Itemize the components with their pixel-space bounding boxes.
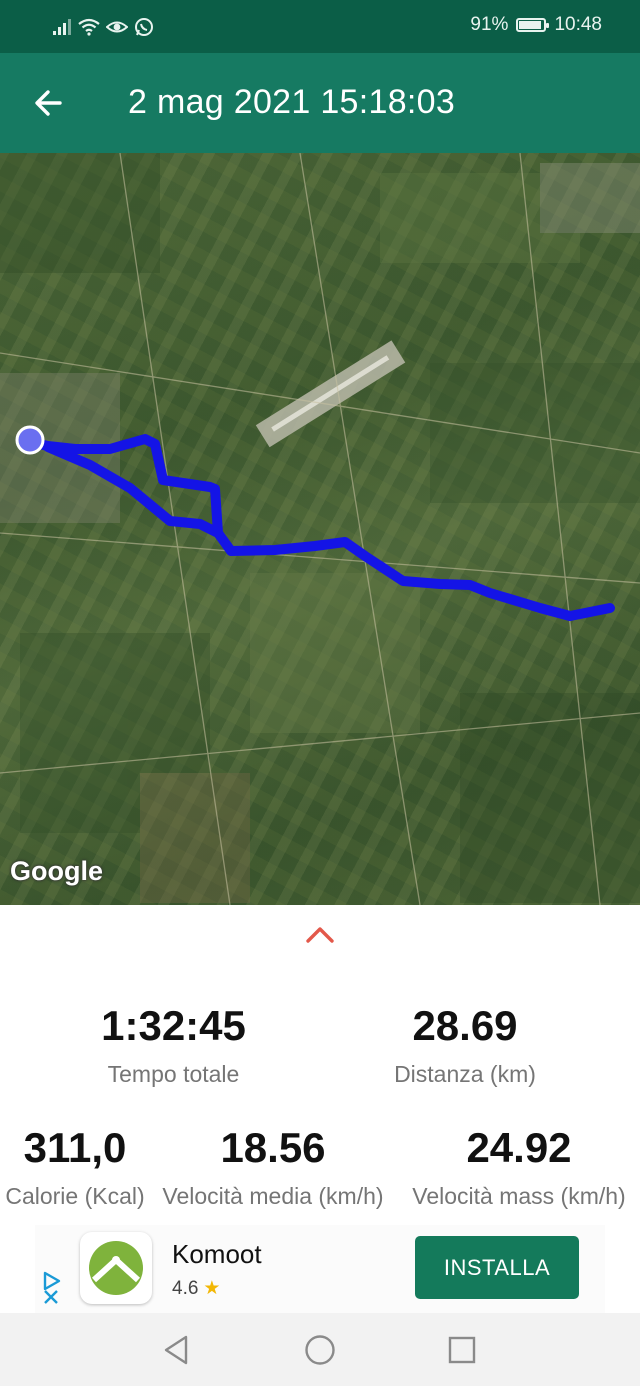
satellite-terrain xyxy=(0,153,640,905)
battery-percent: 91% xyxy=(470,14,509,35)
stat-value: 28.69 xyxy=(412,1002,518,1049)
stat-label: Tempo totale xyxy=(107,1061,240,1087)
recents-square-icon[interactable] xyxy=(445,1333,479,1367)
ad-rating: 4.6 ★ xyxy=(172,1277,220,1300)
status-icons xyxy=(52,16,154,38)
whatsapp-icon xyxy=(135,18,153,36)
install-button[interactable]: INSTALLA xyxy=(415,1236,579,1299)
battery-fill xyxy=(519,21,542,29)
map-view[interactable]: Google xyxy=(0,153,640,905)
adchoices-icon[interactable] xyxy=(39,1235,63,1305)
stat-label: Calorie (Kcal) xyxy=(5,1183,145,1209)
stat-avg-speed: 18.56 Velocità media (km/h) xyxy=(150,1127,396,1210)
stat-label: Velocità media (km/h) xyxy=(162,1183,384,1209)
app-bar: 2 mag 2021 15:18:03 xyxy=(0,53,640,153)
stat-distance: 28.69 Distanza (km) xyxy=(340,1005,590,1088)
stat-total-time: 1:32:45 Tempo totale xyxy=(50,1005,297,1088)
system-nav-bar xyxy=(0,1313,640,1386)
back-arrow-icon[interactable] xyxy=(30,83,70,123)
start-point-marker xyxy=(15,425,45,455)
home-circle-icon[interactable] xyxy=(303,1333,337,1367)
stats-panel: 1:32:45 Tempo totale 28.69 Distanza (km)… xyxy=(0,905,640,1225)
clock: 10:48 xyxy=(554,14,602,35)
stat-label: Distanza (km) xyxy=(394,1061,536,1087)
back-triangle-icon[interactable] xyxy=(160,1333,194,1367)
page-title: 2 mag 2021 15:18:03 xyxy=(128,83,456,121)
chevron-up-icon[interactable] xyxy=(305,925,335,945)
battery-icon xyxy=(516,18,550,32)
stat-value: 1:32:45 xyxy=(101,1002,246,1049)
stat-label: Velocità mass (km/h) xyxy=(412,1183,626,1209)
stat-calories: 311,0 Calorie (Kcal) xyxy=(0,1127,150,1210)
google-logo: Google xyxy=(10,856,103,886)
airport-runway xyxy=(255,340,406,448)
signal-icon xyxy=(53,19,71,35)
ad-banner[interactable]: Komoot 4.6 ★ INSTALLA xyxy=(35,1225,605,1313)
status-right: 91% 10:48 xyxy=(470,14,602,36)
rating-value: 4.6 xyxy=(172,1277,199,1299)
stat-max-speed: 24.92 Velocità mass (km/h) xyxy=(398,1127,640,1210)
komoot-logo-icon xyxy=(89,1241,143,1295)
stat-value: 311,0 xyxy=(23,1124,127,1171)
komoot-app-icon[interactable] xyxy=(80,1232,152,1304)
eye-icon xyxy=(106,21,128,33)
ad-app-name: Komoot xyxy=(172,1239,262,1269)
status-bar: 91% 10:48 xyxy=(0,0,640,53)
stat-value: 18.56 xyxy=(220,1124,326,1171)
star-icon: ★ xyxy=(203,1278,221,1299)
wifi-icon xyxy=(78,18,100,36)
stat-value: 24.92 xyxy=(466,1124,572,1171)
